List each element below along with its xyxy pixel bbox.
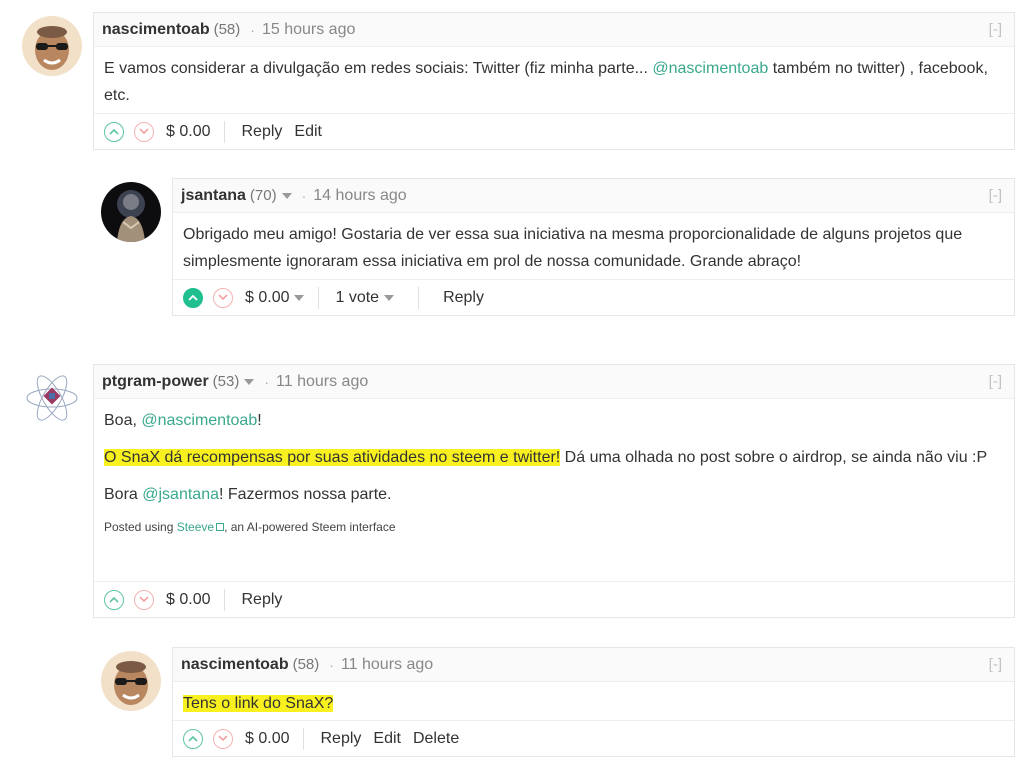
dropdown-caret-icon[interactable] — [281, 192, 292, 199]
text: Bora — [104, 486, 143, 503]
comment-header: nascimentoab (58) · 15 hours ago [-] — [94, 13, 1014, 47]
divider — [318, 286, 320, 309]
text: , an AI-powered Steem interface — [224, 520, 396, 534]
downvote-icon — [139, 596, 149, 603]
author-reputation: (70) — [249, 187, 277, 204]
comment-paragraph: Bora @jsantana! Fazermos nossa parte. — [104, 481, 1004, 508]
reply-button[interactable]: Reply — [241, 591, 282, 609]
comment-header: jsantana (70) · 14 hours ago [-] — [173, 179, 1014, 213]
external-link-icon — [216, 523, 225, 531]
text: Posted using — [104, 520, 177, 534]
author-name[interactable]: nascimentoab — [181, 656, 289, 674]
downvote-button[interactable] — [213, 728, 233, 749]
steeve-link[interactable]: Steeve — [177, 520, 214, 534]
downvote-button[interactable] — [134, 589, 154, 610]
dropdown-caret-icon[interactable] — [384, 294, 395, 301]
upvote-icon — [188, 735, 198, 742]
text: Dá uma olhada no post sobre o airdrop, s… — [560, 449, 988, 466]
text: E vamos considerar a divulgação em redes… — [104, 60, 653, 77]
separator-dot: · — [250, 21, 255, 38]
comment-card: jsantana (70) · 14 hours ago [-] Obrigad… — [172, 178, 1015, 316]
upvote-button[interactable] — [183, 287, 203, 308]
upvote-button[interactable] — [104, 121, 124, 142]
posted-using-note: Posted using Steeve , an AI-powered Steem… — [104, 518, 1004, 536]
collapse-toggle[interactable]: [-] — [989, 187, 1002, 204]
avatar-nascimentoab[interactable] — [22, 16, 82, 76]
comment-body: Boa, @nascimentoab! O SnaX dá recompensa… — [94, 399, 1014, 542]
divider — [224, 120, 226, 143]
collapse-toggle[interactable]: [-] — [989, 656, 1002, 673]
comment-footer: $ 0.00 Reply Edit — [94, 113, 1014, 149]
reply-button[interactable]: Reply — [241, 123, 282, 141]
comment-card: nascimentoab (58) · 15 hours ago [-] E v… — [93, 12, 1015, 150]
timestamp[interactable]: 15 hours ago — [262, 21, 355, 39]
comment-footer: $ 0.00 1 vote Reply — [173, 279, 1014, 315]
text: ! Fazermos nossa parte. — [218, 486, 392, 503]
divider — [418, 286, 420, 309]
text: ! — [257, 412, 262, 429]
edit-button[interactable]: Edit — [373, 730, 401, 748]
comment-paragraph: Tens o link do SnaX? — [183, 690, 1004, 717]
payout-value[interactable]: $ 0.00 — [166, 591, 210, 609]
divider — [224, 588, 226, 611]
highlighted-text: O SnaX dá recompensas por suas atividade… — [104, 449, 561, 466]
avatar-ptgram-power[interactable] — [22, 368, 82, 428]
author-name[interactable]: ptgram-power — [102, 373, 209, 391]
comment-header: nascimentoab (58) · 11 hours ago [-] — [173, 648, 1014, 682]
separator-dot: · — [264, 373, 270, 390]
timestamp[interactable]: 14 hours ago — [313, 187, 406, 205]
author-reputation: (58) — [292, 656, 320, 673]
upvote-button[interactable] — [104, 589, 124, 610]
downvote-button[interactable] — [134, 121, 154, 142]
dropdown-caret-icon[interactable] — [294, 294, 305, 301]
mention-link[interactable]: @nascimentoab — [141, 412, 257, 429]
dropdown-caret-icon[interactable] — [244, 378, 255, 385]
avatar-jsantana[interactable] — [101, 182, 161, 242]
collapse-toggle[interactable]: [-] — [989, 373, 1002, 390]
author-reputation: (53) — [212, 373, 240, 390]
collapse-toggle[interactable]: [-] — [989, 21, 1002, 38]
author-reputation: (58) — [213, 21, 241, 38]
comment-paragraph: E vamos considerar a divulgação em redes… — [104, 55, 1004, 109]
comment-card: nascimentoab (58) · 11 hours ago [-] Ten… — [172, 647, 1015, 757]
comment-header: ptgram-power (53) · 11 hours ago [-] — [94, 365, 1014, 399]
payout-value[interactable]: $ 0.00 — [166, 123, 210, 141]
mention-link[interactable]: @jsantana — [142, 486, 219, 503]
comment-paragraph: O SnaX dá recompensas por suas atividade… — [104, 444, 1004, 471]
vote-count[interactable]: 1 vote — [335, 289, 379, 307]
downvote-icon — [218, 735, 228, 742]
comment-footer: $ 0.00 Reply — [94, 581, 1014, 617]
author-name[interactable]: nascimentoab — [102, 21, 210, 39]
downvote-icon — [218, 294, 228, 301]
comment-card: ptgram-power (53) · 11 hours ago [-] Boa… — [93, 364, 1015, 618]
timestamp[interactable]: 11 hours ago — [276, 373, 368, 391]
upvote-icon — [188, 294, 198, 301]
divider — [303, 727, 305, 750]
delete-button[interactable]: Delete — [413, 730, 459, 748]
edit-button[interactable]: Edit — [294, 123, 322, 141]
downvote-button[interactable] — [213, 287, 233, 308]
avatar-nascimentoab[interactable] — [101, 651, 161, 711]
mention-link[interactable]: @nascimentoab — [652, 60, 768, 77]
highlighted-text: Tens o link do SnaX? — [183, 695, 334, 712]
reply-button[interactable]: Reply — [320, 730, 361, 748]
upvote-button[interactable] — [183, 728, 203, 749]
comment-paragraph: Obrigado meu amigo! Gostaria de ver essa… — [183, 226, 963, 270]
separator-dot: · — [329, 656, 334, 673]
comment-paragraph: Boa, @nascimentoab! — [104, 407, 1004, 434]
timestamp[interactable]: 11 hours ago — [341, 656, 433, 674]
text: Boa, — [104, 412, 142, 429]
reply-button[interactable]: Reply — [443, 289, 484, 307]
upvote-icon — [109, 128, 119, 135]
downvote-icon — [139, 128, 149, 135]
comment-footer: $ 0.00 Reply Edit Delete — [173, 720, 1014, 756]
upvote-icon — [109, 596, 119, 603]
payout-value[interactable]: $ 0.00 — [245, 730, 289, 748]
payout-value[interactable]: $ 0.00 — [245, 289, 289, 307]
separator-dot: · — [301, 187, 307, 204]
author-name[interactable]: jsantana — [181, 187, 246, 205]
